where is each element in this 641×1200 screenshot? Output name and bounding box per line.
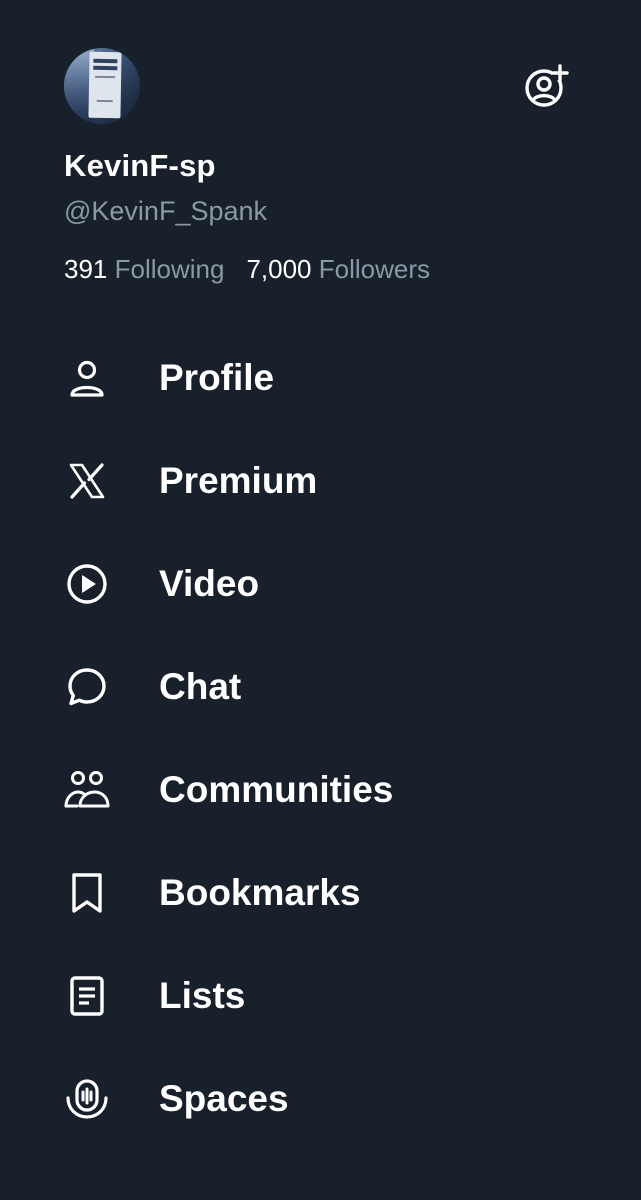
spaces-mic-icon [62, 1074, 112, 1124]
following-label: Following [114, 254, 225, 284]
person-plus-icon [525, 64, 569, 107]
nav-label-lists: Lists [159, 974, 246, 1016]
side-drawer: KevinF-sp @KevinF_Spank 391 Following 7,0… [0, 0, 641, 1200]
communities-icon [62, 765, 112, 815]
add-account-button[interactable] [522, 62, 570, 110]
nav-item-spaces[interactable]: Spaces [0, 1047, 641, 1150]
display-name[interactable]: KevinF-sp [64, 148, 216, 184]
nav-item-communities[interactable]: Communities [0, 738, 641, 841]
x-logo-icon [62, 456, 112, 506]
nav-item-profile[interactable]: Profile [0, 326, 641, 429]
nav-label-profile: Profile [159, 356, 275, 398]
nav-label-chat: Chat [159, 665, 242, 707]
list-icon [62, 971, 112, 1021]
drawer-nav: Profile Premium Video Chat Communities B… [0, 326, 641, 1150]
nav-item-bookmarks[interactable]: Bookmarks [0, 841, 641, 944]
nav-item-chat[interactable]: Chat [0, 635, 641, 738]
followers-label: Followers [318, 254, 431, 284]
nav-label-communities: Communities [159, 768, 394, 810]
chat-bubble-icon [62, 662, 112, 712]
nav-item-premium[interactable]: Premium [0, 429, 641, 532]
nav-label-premium: Premium [159, 459, 318, 501]
follow-stats: 391 Following 7,000 Followers [64, 254, 430, 285]
followers-count: 7,000 [246, 254, 312, 284]
person-icon [62, 353, 112, 403]
bookmark-icon [62, 868, 112, 918]
nav-label-spaces: Spaces [159, 1077, 289, 1119]
following-count: 391 [64, 254, 108, 284]
avatar[interactable] [64, 48, 140, 124]
followers-link[interactable]: 7,000 Followers [246, 254, 430, 284]
avatar-sign-image [88, 51, 122, 119]
user-handle[interactable]: @KevinF_Spank [64, 196, 267, 227]
nav-label-bookmarks: Bookmarks [159, 871, 361, 913]
play-circle-icon [62, 559, 112, 609]
nav-item-lists[interactable]: Lists [0, 944, 641, 1047]
nav-item-video[interactable]: Video [0, 532, 641, 635]
nav-label-video: Video [159, 562, 260, 604]
following-link[interactable]: 391 Following [64, 254, 224, 284]
